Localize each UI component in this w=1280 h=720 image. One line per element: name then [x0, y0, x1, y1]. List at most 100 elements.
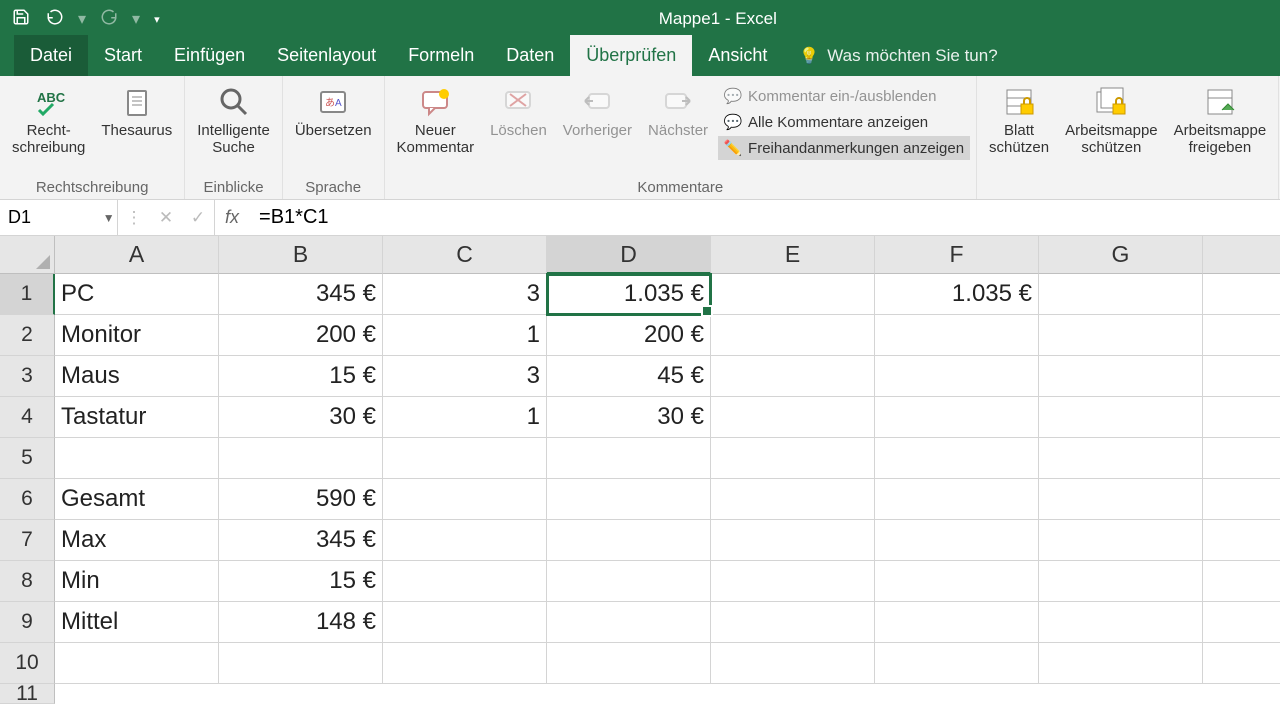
cell-B2[interactable]: 200 €: [219, 315, 383, 356]
tab-file[interactable]: Datei: [14, 35, 88, 76]
delete-comment-button[interactable]: Löschen: [484, 80, 553, 143]
show-hide-comment-button[interactable]: 💬 Kommentar ein-/ausblenden: [718, 84, 970, 108]
cell-G1[interactable]: [1039, 274, 1203, 315]
col-header[interactable]: A: [55, 236, 219, 274]
cell-E1[interactable]: [711, 274, 875, 315]
cell-H1[interactable]: [1203, 274, 1280, 315]
cell-D5[interactable]: [547, 438, 711, 479]
tab-review[interactable]: Überprüfen: [570, 35, 692, 76]
name-box-input[interactable]: [0, 200, 100, 235]
smart-lookup-button[interactable]: Intelligente Suche: [191, 80, 276, 161]
cell-A4[interactable]: Tastatur: [55, 397, 219, 438]
cell-D6[interactable]: [547, 479, 711, 520]
cell-G3[interactable]: [1039, 356, 1203, 397]
cell-F8[interactable]: [875, 561, 1039, 602]
cell-G8[interactable]: [1039, 561, 1203, 602]
cell-F10[interactable]: [875, 643, 1039, 684]
cell-D3[interactable]: 45 €: [547, 356, 711, 397]
cell-C9[interactable]: [383, 602, 547, 643]
next-comment-button[interactable]: Nächster: [642, 80, 714, 143]
save-icon[interactable]: [8, 4, 34, 35]
cell-F3[interactable]: [875, 356, 1039, 397]
formula-input[interactable]: [249, 200, 1280, 235]
cell-H4[interactable]: [1203, 397, 1280, 438]
cell-B10[interactable]: [219, 643, 383, 684]
name-box[interactable]: ▼: [0, 200, 118, 235]
tell-me-search[interactable]: 💡 Was möchten Sie tun?: [783, 36, 1013, 76]
show-all-comments-button[interactable]: 💬 Alle Kommentare anzeigen: [718, 110, 970, 134]
protect-workbook-button[interactable]: Arbeitsmappe schützen: [1059, 80, 1164, 161]
row-header[interactable]: 11: [0, 684, 55, 704]
row-header[interactable]: 9: [0, 602, 55, 643]
cell-E5[interactable]: [711, 438, 875, 479]
thesaurus-button[interactable]: Thesaurus: [95, 80, 178, 143]
cell-H9[interactable]: [1203, 602, 1280, 643]
cell-G6[interactable]: [1039, 479, 1203, 520]
cell-H6[interactable]: [1203, 479, 1280, 520]
cell-D7[interactable]: [547, 520, 711, 561]
cell-F6[interactable]: [875, 479, 1039, 520]
col-header[interactable]: E: [711, 236, 875, 274]
col-header[interactable]: F: [875, 236, 1039, 274]
show-ink-button[interactable]: ✏️ Freihandanmerkungen anzeigen: [718, 136, 970, 160]
cell-D10[interactable]: [547, 643, 711, 684]
cell-C1[interactable]: 3: [383, 274, 547, 315]
enter-icon[interactable]: ✓: [182, 200, 214, 235]
cell-A8[interactable]: Min: [55, 561, 219, 602]
cell-F9[interactable]: [875, 602, 1039, 643]
row-header[interactable]: 1: [0, 274, 55, 315]
cell-D2[interactable]: 200 €: [547, 315, 711, 356]
cell-A6[interactable]: Gesamt: [55, 479, 219, 520]
tab-page-layout[interactable]: Seitenlayout: [261, 35, 392, 76]
cell-C8[interactable]: [383, 561, 547, 602]
cell-A2[interactable]: Monitor: [55, 315, 219, 356]
cell-B3[interactable]: 15 €: [219, 356, 383, 397]
cell-B4[interactable]: 30 €: [219, 397, 383, 438]
cell-E10[interactable]: [711, 643, 875, 684]
tab-formulas[interactable]: Formeln: [392, 35, 490, 76]
cell-G7[interactable]: [1039, 520, 1203, 561]
cell-C10[interactable]: [383, 643, 547, 684]
cell-H5[interactable]: [1203, 438, 1280, 479]
cell-G4[interactable]: [1039, 397, 1203, 438]
cell-C5[interactable]: [383, 438, 547, 479]
cell-D9[interactable]: [547, 602, 711, 643]
cell-A5[interactable]: [55, 438, 219, 479]
cell-B9[interactable]: 148 €: [219, 602, 383, 643]
row-header[interactable]: 7: [0, 520, 55, 561]
cell-F2[interactable]: [875, 315, 1039, 356]
cell-E4[interactable]: [711, 397, 875, 438]
select-all-corner[interactable]: [0, 236, 55, 274]
cell-B6[interactable]: 590 €: [219, 479, 383, 520]
protect-sheet-button[interactable]: Blatt schützen: [983, 80, 1055, 161]
tab-insert[interactable]: Einfügen: [158, 35, 261, 76]
cell-H10[interactable]: [1203, 643, 1280, 684]
name-box-dropdown-icon[interactable]: ▼: [100, 211, 117, 225]
new-comment-button[interactable]: Neuer Kommentar: [391, 80, 481, 161]
row-header[interactable]: 8: [0, 561, 55, 602]
row-header[interactable]: 5: [0, 438, 55, 479]
cell-F5[interactable]: [875, 438, 1039, 479]
undo-icon[interactable]: [42, 4, 68, 35]
cell-G10[interactable]: [1039, 643, 1203, 684]
cell-D1[interactable]: 1.035 €: [547, 274, 711, 315]
tab-data[interactable]: Daten: [490, 35, 570, 76]
cell-B1[interactable]: 345 €: [219, 274, 383, 315]
cell-C6[interactable]: [383, 479, 547, 520]
cell-B8[interactable]: 15 €: [219, 561, 383, 602]
cell-H8[interactable]: [1203, 561, 1280, 602]
tab-home[interactable]: Start: [88, 35, 158, 76]
cell-F1[interactable]: 1.035 €: [875, 274, 1039, 315]
col-header[interactable]: [1203, 236, 1280, 274]
row-header[interactable]: 10: [0, 643, 55, 684]
col-header[interactable]: B: [219, 236, 383, 274]
cell-C4[interactable]: 1: [383, 397, 547, 438]
cell-G2[interactable]: [1039, 315, 1203, 356]
cell-E3[interactable]: [711, 356, 875, 397]
cell-F4[interactable]: [875, 397, 1039, 438]
cell-H2[interactable]: [1203, 315, 1280, 356]
fx-icon[interactable]: fx: [215, 200, 249, 235]
expand-formula-icon[interactable]: ⋮: [118, 200, 150, 235]
translate-button[interactable]: あA Übersetzen: [289, 80, 378, 143]
cell-C3[interactable]: 3: [383, 356, 547, 397]
